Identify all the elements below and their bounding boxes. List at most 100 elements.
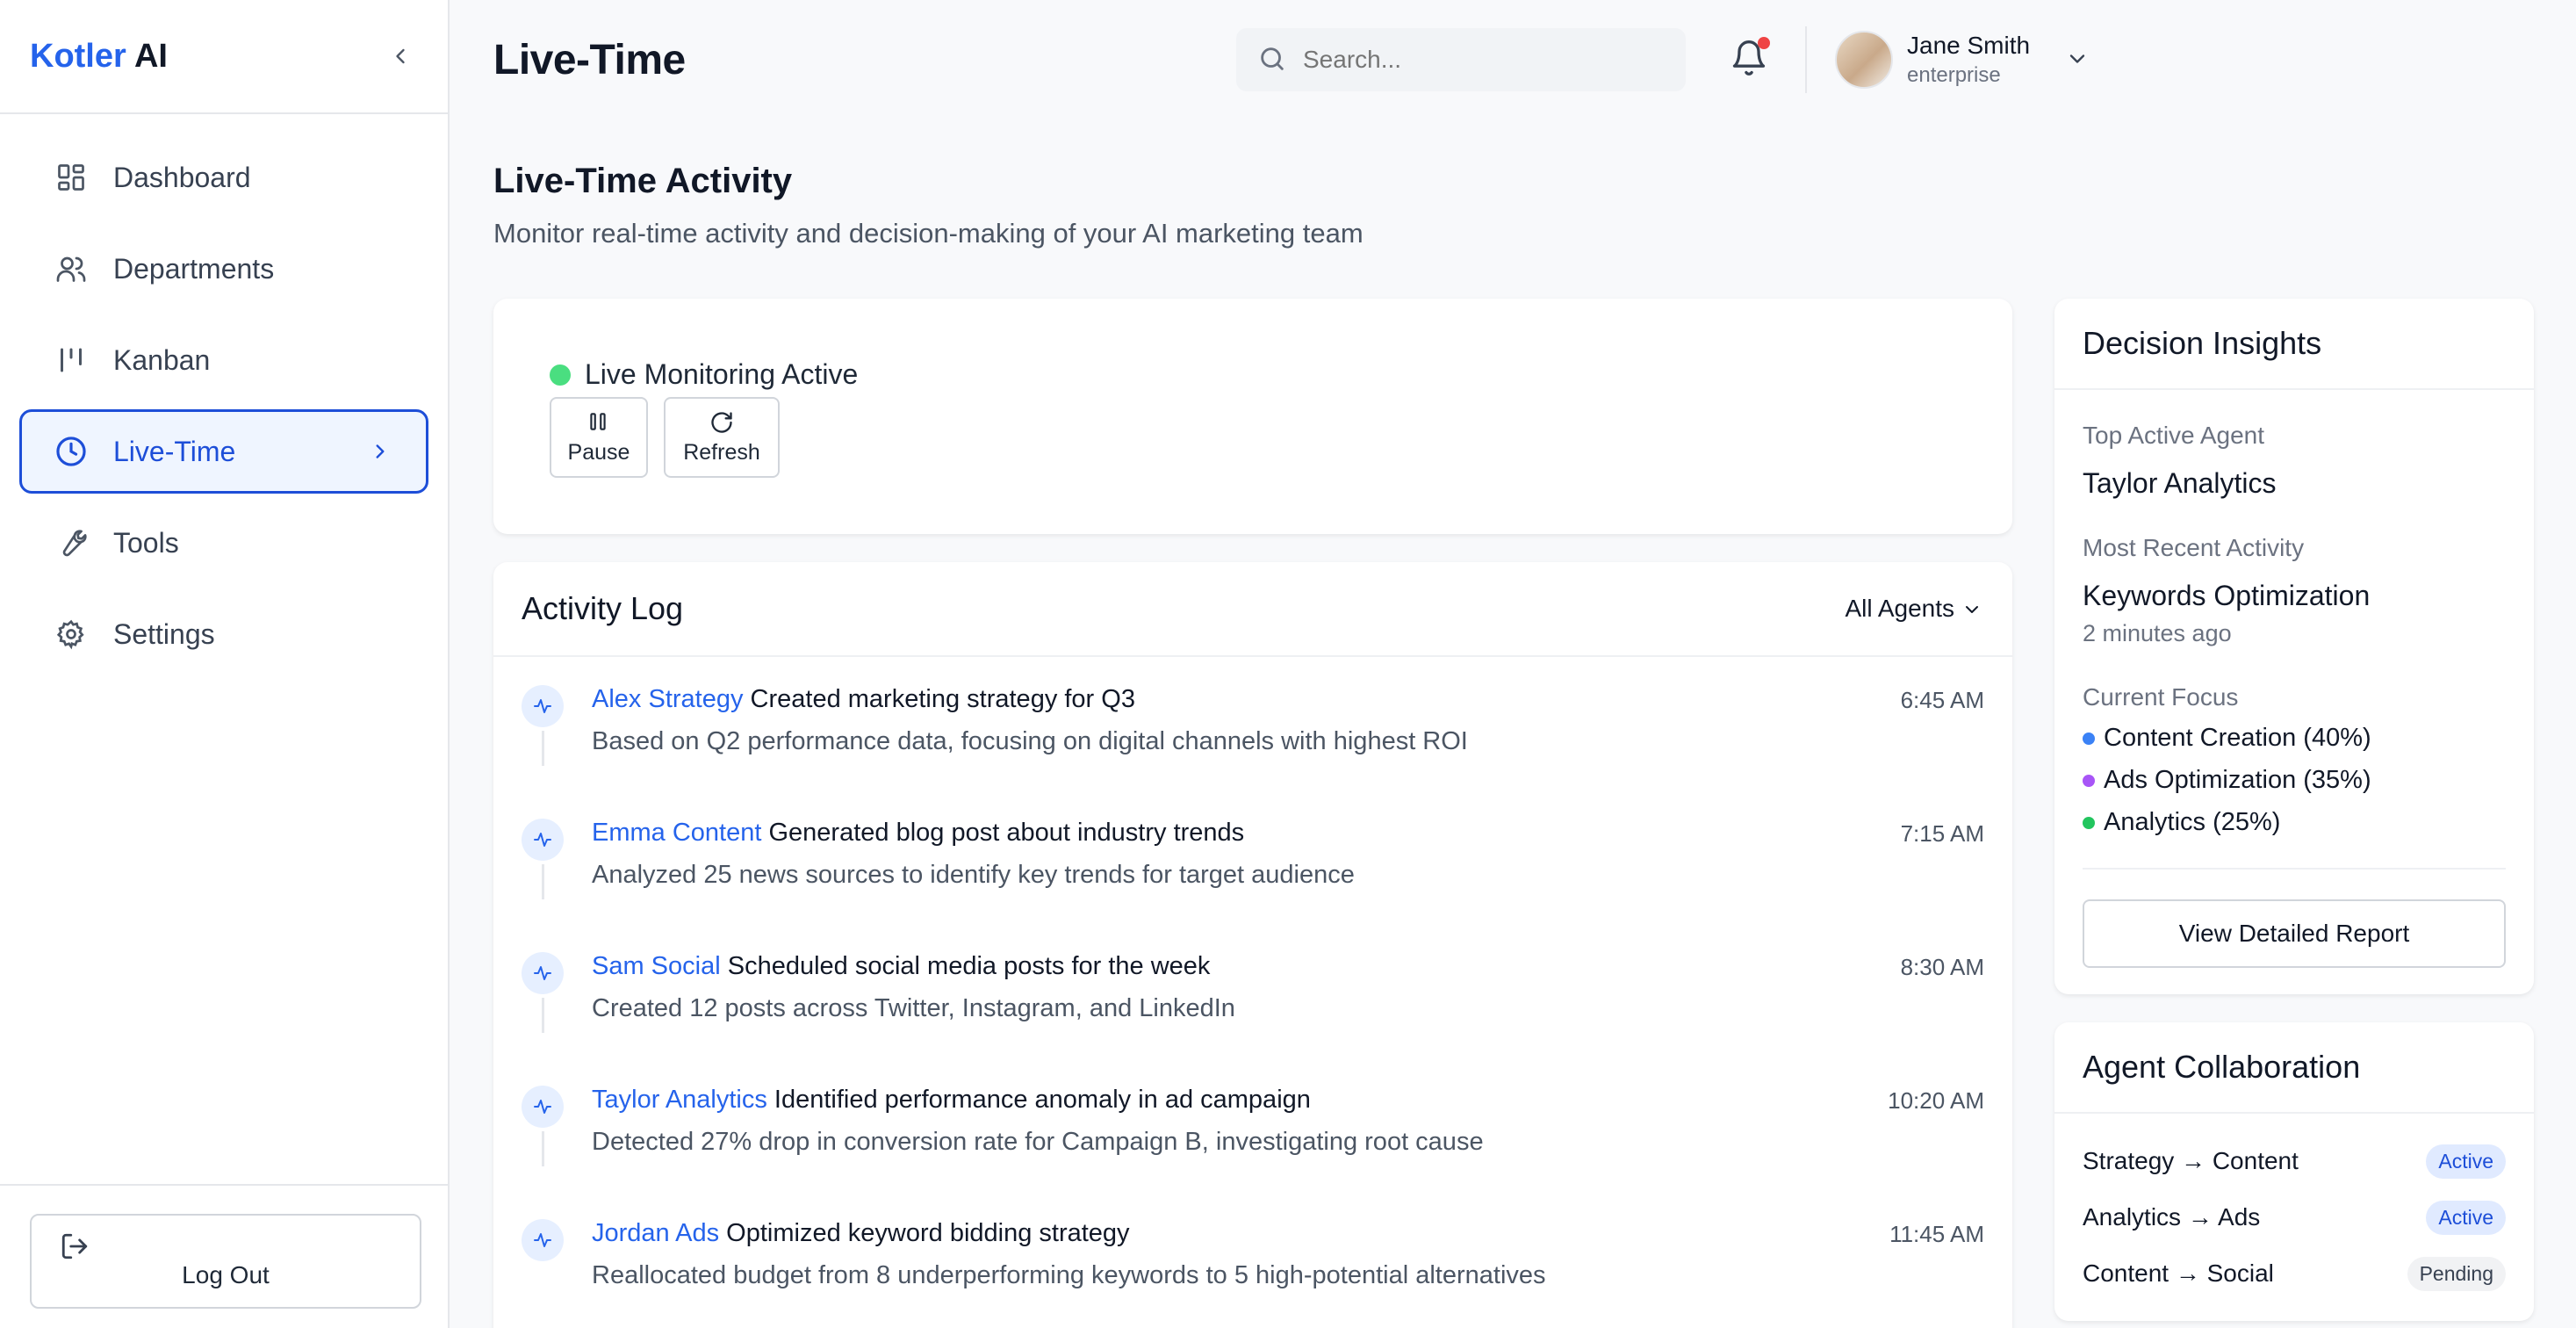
sidebar-item-tools[interactable]: Tools — [19, 501, 428, 585]
focus-item: Analytics (25%) — [2083, 808, 2280, 837]
activity-agent[interactable]: Alex Strategy — [592, 685, 743, 713]
sidebar-item-kanban[interactable]: Kanban — [19, 318, 428, 402]
activity-action: Identified performance anomaly in ad cam… — [774, 1086, 1311, 1114]
avatar — [1835, 31, 1893, 89]
activity-agent[interactable]: Taylor Analytics — [592, 1086, 767, 1114]
refresh-icon — [709, 410, 734, 435]
pause-button[interactable]: Pause — [550, 397, 648, 478]
kanban-icon — [54, 343, 89, 378]
activity-action: Generated blog post about industry trend… — [768, 819, 1245, 847]
collapse-sidebar-button[interactable] — [383, 39, 418, 74]
activity-log-item[interactable]: Jordan Ads Optimized keyword bidding str… — [522, 1219, 1984, 1328]
activity-time: 7:15 AM — [1900, 820, 1984, 847]
search-bar — [1236, 28, 1686, 91]
activity-agent[interactable]: Emma Content — [592, 819, 761, 847]
sidebar-item-label: Departments — [113, 252, 275, 285]
focus-item-label: Content Creation (40%) — [2104, 724, 2371, 752]
current-focus-label: Current Focus — [2083, 683, 2239, 711]
agent-collaboration-card: Agent Collaboration Strategy → Content A… — [2054, 1022, 2534, 1321]
activity-agent[interactable]: Jordan Ads — [592, 1219, 719, 1247]
collaboration-pair: Content → Social — [2083, 1259, 2274, 1287]
activity-log-item[interactable]: Sam Social Scheduled social media posts … — [522, 952, 1984, 1086]
focus-dot — [2083, 816, 2095, 829]
timeline-connector — [542, 1131, 544, 1166]
activity-log-item[interactable]: Emma Content Generated blog post about i… — [522, 819, 1984, 952]
user-name: Jane Smith — [1907, 32, 2031, 59]
activity-icon — [522, 685, 564, 727]
refresh-button[interactable]: Refresh — [664, 397, 780, 478]
brand-name-part2: AI — [133, 37, 168, 75]
activity-icon — [522, 1086, 564, 1128]
section-title: Live-Time Activity — [493, 162, 793, 200]
chevron-left-icon — [396, 48, 405, 64]
collaboration-pair: Analytics → Ads — [2083, 1203, 2261, 1231]
recent-activity-time: 2 minutes ago — [2083, 620, 2232, 646]
sidebar-item-label: Kanban — [113, 343, 211, 376]
agent-filter-dropdown[interactable]: All Agents — [1845, 595, 1982, 623]
activity-log-item[interactable]: Taylor Analytics Identified performance … — [522, 1086, 1984, 1219]
activity-action: Scheduled social media posts for the wee… — [727, 952, 1211, 980]
focus-item-label: Analytics (25%) — [2104, 808, 2281, 836]
activity-log-card: Activity Log All Agents Alex Strategy Cr… — [493, 562, 2012, 1328]
activity-agent[interactable]: Sam Social — [592, 952, 721, 980]
collaboration-row[interactable]: Strategy → Content Active — [2083, 1142, 2506, 1180]
timeline-connector — [542, 998, 544, 1033]
activity-action: Optimized keyword bidding strategy — [726, 1219, 1130, 1247]
collaboration-row[interactable]: Content → Social Pending — [2083, 1254, 2506, 1293]
agent-filter-value: All Agents — [1845, 595, 1954, 622]
view-detailed-report-button[interactable]: View Detailed Report — [2083, 899, 2506, 968]
sidebar-item-departments[interactable]: Departments — [19, 227, 428, 311]
collaboration-title: Agent Collaboration — [2054, 1022, 2534, 1114]
live-status-text: Live Monitoring Active — [585, 358, 859, 390]
activity-icon — [522, 1219, 564, 1261]
activity-description: Based on Q2 performance data, focusing o… — [592, 727, 1468, 755]
sidebar-nav: Dashboard Departments Kanban Live-Time T… — [0, 114, 448, 704]
logout-button[interactable]: Log Out — [30, 1214, 421, 1309]
activity-title: Emma Content Generated blog post about i… — [592, 819, 1244, 848]
logout-icon — [60, 1231, 91, 1263]
activity-action: Created marketing strategy for Q3 — [750, 685, 1135, 713]
insights-divider — [2083, 868, 2506, 870]
activity-log-header: Activity Log All Agents — [493, 562, 2012, 657]
sidebar-item-label: Live-Time — [113, 435, 236, 467]
recent-activity-value: Keywords Optimization — [2083, 580, 2371, 611]
activity-description: Detected 27% drop in conversion rate for… — [592, 1128, 1484, 1156]
sidebar-item-settings[interactable]: Settings — [19, 592, 428, 676]
status-badge: Pending — [2407, 1256, 2506, 1291]
collaboration-pair: Strategy → Content — [2083, 1147, 2299, 1174]
dashboard-icon — [54, 160, 89, 195]
sidebar-item-label: Dashboard — [113, 161, 251, 193]
activity-time: 11:45 AM — [1889, 1221, 1984, 1247]
timeline-connector — [542, 864, 544, 899]
top-agent-label: Top Active Agent — [2083, 422, 2265, 449]
pause-icon — [586, 410, 611, 435]
focus-dot — [2083, 774, 2095, 787]
notifications-button[interactable] — [1730, 37, 1772, 81]
page-title: Live-Time — [493, 36, 686, 83]
collaboration-row[interactable]: Analytics → Ads Active — [2083, 1198, 2506, 1237]
chevron-down-icon — [2065, 47, 2091, 73]
notification-dot — [1758, 37, 1770, 49]
clock-icon — [54, 434, 89, 469]
brand-name-part1: Kotler — [30, 37, 126, 75]
user-info: Jane Smith enterprise — [1907, 32, 2030, 88]
status-badge: Active — [2426, 1200, 2506, 1235]
focus-item-label: Ads Optimization (35%) — [2104, 766, 2371, 794]
activity-time: 8:30 AM — [1900, 954, 1984, 980]
chevron-right-icon — [366, 437, 394, 466]
activity-icon — [522, 952, 564, 994]
live-status: Live Monitoring Active — [550, 358, 858, 391]
activity-description: Reallocated budget from 8 underperformin… — [592, 1261, 1546, 1289]
sidebar: Kotler AI Dashboard Departments Kanban L… — [0, 0, 450, 1328]
sidebar-item-live-time[interactable]: Live-Time — [19, 409, 428, 494]
logout-area: Log Out — [0, 1184, 448, 1328]
recent-activity-label: Most Recent Activity — [2083, 534, 2305, 561]
insights-title: Decision Insights — [2054, 299, 2534, 390]
user-menu[interactable]: Jane Smith enterprise — [1835, 26, 2091, 93]
chevron-down-icon — [1961, 598, 1982, 619]
activity-title: Taylor Analytics Identified performance … — [592, 1086, 1311, 1115]
sidebar-item-dashboard[interactable]: Dashboard — [19, 135, 428, 220]
search-input[interactable] — [1303, 46, 1654, 74]
brand-logo[interactable]: Kotler AI — [30, 38, 168, 76]
activity-log-item[interactable]: Alex Strategy Created marketing strategy… — [522, 685, 1984, 819]
